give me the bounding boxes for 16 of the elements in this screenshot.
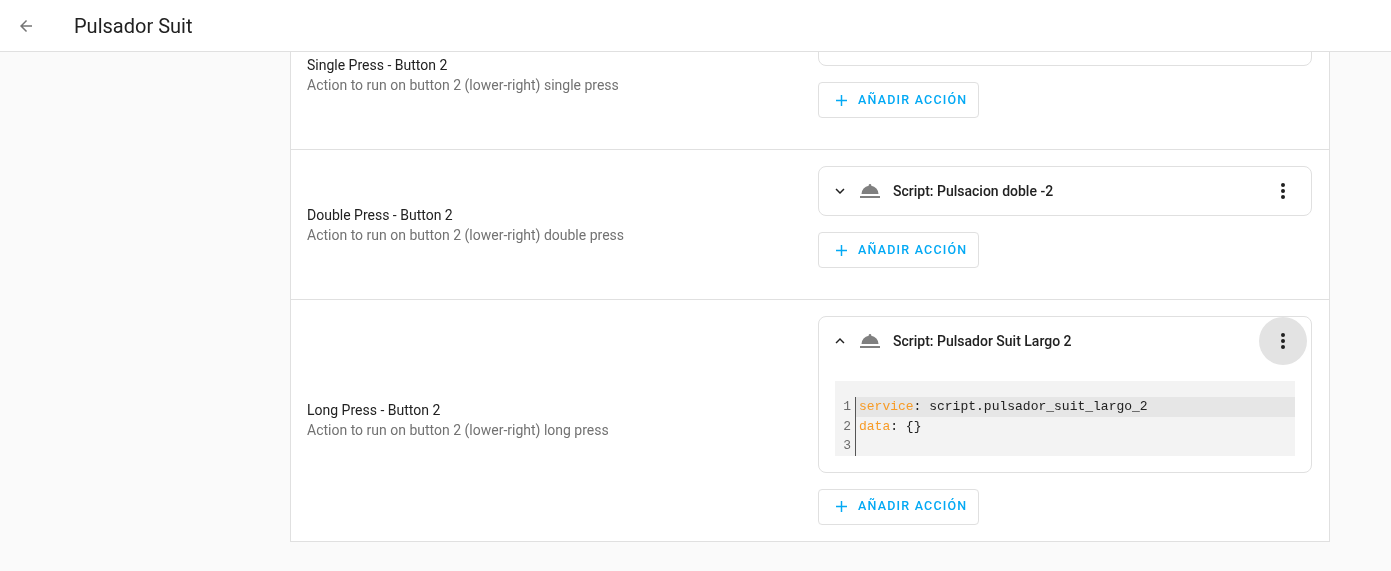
section-title: Long Press - Button 2 [307, 401, 442, 421]
add-action-button[interactable]: AÑADIR ACCIÓN [818, 488, 979, 525]
section-title: Double Press - Button 2 [307, 205, 454, 225]
page-title: Pulsador Suit [74, 12, 193, 40]
section-description: Action to run on button 2 (lower-right) single press [307, 75, 620, 95]
code-line: data: {} [858, 417, 922, 436]
code-editor[interactable]: 1 service: script.pulsador_suit_largo_2 2 data: {} 3 [835, 381, 1295, 456]
line-number: 1 [835, 397, 856, 417]
section-title: Single Press - Button 2 [307, 55, 449, 75]
section-description: Action to run on button 2 (lower-right) long press [307, 421, 610, 441]
add-action-button[interactable]: AÑADIR ACCIÓN [818, 82, 979, 118]
action-title: Script: Pulsacion doble -2 [893, 181, 1055, 201]
section-description: Action to run on button 2 (lower-right) double press [307, 225, 626, 245]
action-title: Script: Pulsador Suit Largo 2 [893, 331, 1073, 351]
add-action-button[interactable]: AÑADIR ACCIÓN [818, 232, 979, 268]
code-line: service: script.pulsador_suit_largo_2 [858, 398, 1148, 416]
